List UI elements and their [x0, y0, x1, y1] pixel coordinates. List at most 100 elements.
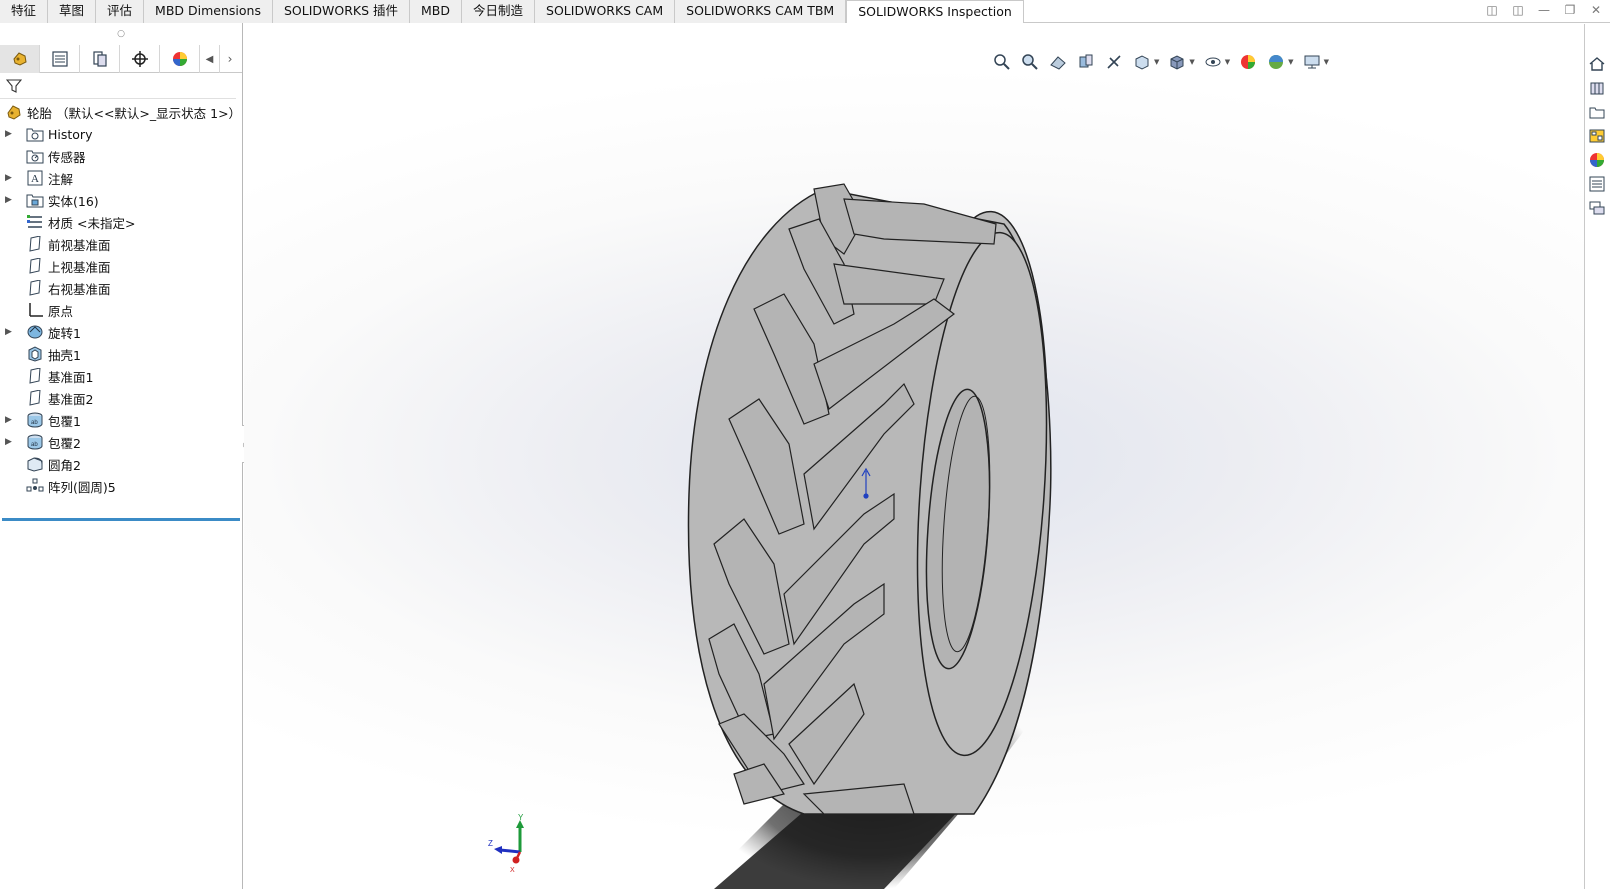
solidworks-resources-tab[interactable] [1585, 52, 1609, 76]
command-manager-tabs: 特征 草图 评估 MBD Dimensions SOLIDWORKS 插件 MBD 今日制造… [0, 0, 1610, 23]
property-manager-icon [51, 51, 68, 67]
tree-item-label: 阵列(圆周)5 [48, 479, 116, 495]
tab-5[interactable]: MBD [410, 0, 463, 23]
circular-pattern-icon [25, 477, 45, 495]
tree-item-label: 注解 [48, 171, 74, 187]
tree-item[interactable]: ▶传感器 [0, 145, 242, 167]
tile-right-icon[interactable]: ◫ [1510, 2, 1526, 18]
tab-2[interactable]: 评估 [96, 0, 145, 23]
filter-icon [6, 78, 22, 93]
tree-item-label: 右视基准面 [48, 281, 111, 297]
forum-tab[interactable] [1585, 196, 1609, 220]
wrap-icon: ab [25, 433, 45, 451]
tree-item-label: 前视基准面 [48, 237, 111, 253]
expand-arrow-icon[interactable]: ▶ [5, 437, 17, 447]
tree-item-label: 传感器 [48, 149, 86, 165]
dimxpert-manager-tab[interactable] [120, 45, 160, 73]
tree-item-label: 包覆2 [48, 435, 81, 451]
tree-item[interactable]: ▶圆角2 [0, 453, 242, 475]
tree-item-label: 基准面1 [48, 369, 94, 385]
tab-7[interactable]: SOLIDWORKS CAM [535, 0, 676, 23]
manager-tabs: ◀ › [0, 45, 242, 73]
rollback-bar[interactable] [2, 518, 240, 521]
panel-grip-icon[interactable]: ○ [0, 23, 242, 45]
material-icon [25, 213, 45, 231]
tree-item-label: 基准面2 [48, 391, 94, 407]
tree-item[interactable]: ▶阵列(圆周)5 [0, 475, 242, 497]
tree-item[interactable]: ▶前视基准面 [0, 233, 242, 255]
expand-arrow-icon[interactable]: ▶ [5, 173, 17, 183]
svg-text:ab: ab [31, 420, 38, 426]
tree-item-label: 实体(16) [48, 193, 99, 209]
revolve-icon [25, 323, 45, 341]
home-icon [1589, 57, 1605, 71]
feature-tree: 轮胎 （默认<<默认>_显示状态 1>） ▶History▶传感器▶A注解▶实体… [0, 99, 242, 497]
tree-item[interactable]: ▶抽壳1 [0, 343, 242, 365]
tab-3[interactable]: MBD Dimensions [144, 0, 273, 23]
configuration-manager-icon [92, 51, 107, 67]
tree-item[interactable]: ▶上视基准面 [0, 255, 242, 277]
plane-icon [25, 389, 45, 407]
sensor-folder-icon [25, 147, 45, 165]
restore-icon[interactable]: ❐ [1562, 2, 1578, 18]
property-manager-tab[interactable] [40, 45, 80, 73]
annotation-icon: A [25, 169, 45, 187]
display-manager-tab[interactable] [160, 45, 200, 73]
tree-item-label: 原点 [48, 303, 74, 319]
feature-manager-tab[interactable] [0, 45, 40, 73]
expand-arrow-icon[interactable]: ▶ [5, 415, 17, 425]
tab-scroll-left-icon[interactable]: ◀ [200, 45, 220, 73]
tree-item[interactable]: ▶ 实体(16) [0, 189, 242, 211]
tree-item[interactable]: ▶基准面1 [0, 365, 242, 387]
minimize-icon[interactable]: — [1536, 2, 1552, 18]
tab-9[interactable]: SOLIDWORKS Inspection [846, 0, 1024, 23]
fillet-icon [25, 455, 45, 473]
tree-item[interactable]: ▶基准面2 [0, 387, 242, 409]
tree-item[interactable]: ▶原点 [0, 299, 242, 321]
tire-3d-model[interactable] [244, 24, 1584, 889]
tree-item-label: 包覆1 [48, 413, 81, 429]
custom-properties-tab[interactable] [1585, 172, 1609, 196]
dimxpert-icon [131, 51, 148, 67]
tile-left-icon[interactable]: ◫ [1484, 2, 1500, 18]
tab-4[interactable]: SOLIDWORKS 插件 [272, 0, 411, 23]
folder-icon [1589, 107, 1605, 119]
task-pane [1584, 24, 1610, 889]
triad-x-label: X [510, 867, 515, 874]
forum-icon [1589, 201, 1605, 215]
tree-item[interactable]: ▶ History [0, 123, 242, 145]
tab-1[interactable]: 草图 [48, 0, 97, 23]
file-explorer-tab[interactable] [1585, 100, 1609, 124]
tree-item[interactable]: ▶ 旋转1 [0, 321, 242, 343]
expand-arrow-icon[interactable]: ▶ [5, 327, 17, 337]
solid-bodies-icon [25, 191, 45, 209]
tree-item-label: History [48, 126, 93, 142]
tree-item[interactable]: ▶右视基准面 [0, 277, 242, 299]
appearances-tab[interactable] [1585, 148, 1609, 172]
expand-arrow-icon[interactable]: ▶ [5, 129, 17, 139]
origin-icon [25, 301, 45, 319]
feature-manager-panel: ○ ◀ › 轮胎 （默认<<默认>_显示状态 1>） ▶History▶传感器▶… [0, 23, 243, 889]
close-icon[interactable]: ✕ [1588, 2, 1604, 18]
tab-8[interactable]: SOLIDWORKS CAM TBM [675, 0, 847, 23]
appearances-icon [1590, 153, 1604, 167]
tab-6[interactable]: 今日制造 [462, 0, 536, 23]
tree-root-part[interactable]: 轮胎 （默认<<默认>_显示状态 1>） [0, 101, 242, 123]
tab-scroll-right-icon[interactable]: › [220, 45, 240, 73]
view-palette-tab[interactable] [1585, 124, 1609, 148]
tree-item[interactable]: ▶材质 <未指定> [0, 211, 242, 233]
tree-item[interactable]: ▶ A 注解 [0, 167, 242, 189]
tab-0[interactable]: 特征 [0, 0, 49, 23]
wrap-icon: ab [25, 411, 45, 429]
plane-icon [25, 257, 45, 275]
expand-arrow-icon[interactable]: ▶ [5, 195, 17, 205]
tree-item[interactable]: ▶ ab 包覆2 [0, 431, 242, 453]
plane-icon [25, 235, 45, 253]
tree-item[interactable]: ▶ ab 包覆1 [0, 409, 242, 431]
design-library-tab[interactable] [1585, 76, 1609, 100]
plane-icon [25, 279, 45, 297]
tree-filter[interactable] [0, 73, 236, 99]
graphics-area[interactable]: ▼ ▼ ▼ ▼ ▼ Y Z X [244, 24, 1584, 889]
tree-item-label: 圆角2 [48, 457, 81, 473]
configuration-manager-tab[interactable] [80, 45, 120, 73]
